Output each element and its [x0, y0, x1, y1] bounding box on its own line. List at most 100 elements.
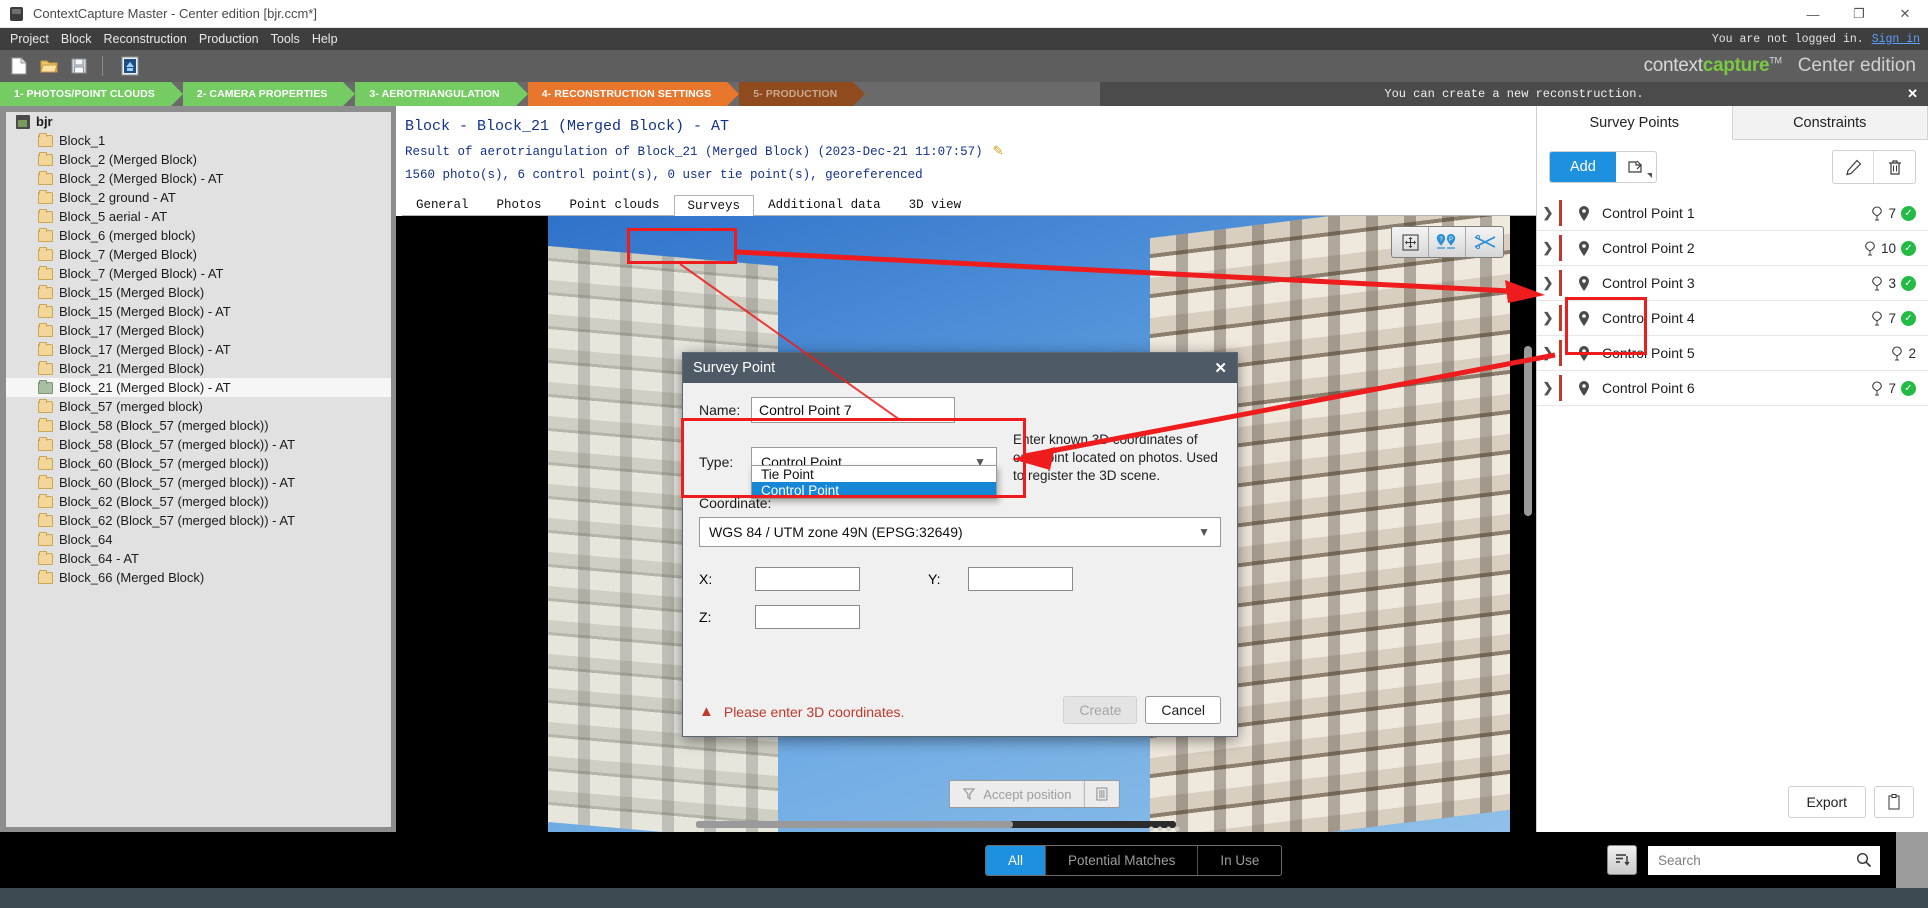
- tab-additional-data[interactable]: Additional data: [754, 194, 895, 215]
- survey-point-row[interactable]: ❯ Control Point 3 3 ✓: [1537, 266, 1928, 301]
- pencil-icon[interactable]: [1833, 151, 1874, 183]
- tab-general[interactable]: General: [402, 194, 483, 215]
- sort-list-icon[interactable]: [1607, 845, 1637, 875]
- minimize-button[interactable]: —: [1790, 0, 1836, 28]
- chevron-down-icon[interactable]: ▼: [1198, 525, 1210, 539]
- edit-pencil-icon[interactable]: ✎: [993, 144, 1004, 159]
- maximize-button[interactable]: ❐: [1836, 0, 1882, 28]
- tree-item-block-60-at[interactable]: Block_60 (Block_57 (merged block)) - AT: [6, 473, 391, 492]
- x-input[interactable]: [755, 567, 860, 591]
- add-button[interactable]: Add: [1550, 152, 1616, 182]
- search-box[interactable]: [1648, 846, 1880, 875]
- survey-point-row[interactable]: ❯ Control Point 1 7 ✓: [1537, 196, 1928, 231]
- filter-potential-matches[interactable]: Potential Matches: [1046, 846, 1198, 875]
- tab-survey-points[interactable]: Survey Points: [1537, 106, 1733, 140]
- tree-item-block-17-merged[interactable]: Block_17 (Merged Block): [6, 321, 391, 340]
- import-block-icon[interactable]: [119, 55, 141, 77]
- tree-item-block-64[interactable]: Block_64: [6, 530, 391, 549]
- tab-3d-view[interactable]: 3D view: [895, 194, 976, 215]
- survey-point-row[interactable]: ❯ Control Point 5 2: [1537, 336, 1928, 371]
- menu-help[interactable]: Help: [306, 28, 344, 50]
- tab-point-clouds[interactable]: Point clouds: [556, 194, 674, 215]
- survey-point-row[interactable]: ❯ Control Point 6 7 ✓: [1537, 371, 1928, 406]
- tab-photos[interactable]: Photos: [483, 194, 556, 215]
- tree-item-block-62[interactable]: Block_62 (Block_57 (merged block)): [6, 492, 391, 511]
- tree-item-block-5-aerial-at[interactable]: Block_5 aerial - AT: [6, 207, 391, 226]
- clipboard-icon[interactable]: [1874, 786, 1914, 818]
- tree-item-block-15-merged[interactable]: Block_15 (Merged Block): [6, 283, 391, 302]
- viewer-vertical-scrollbar[interactable]: [1524, 346, 1532, 516]
- step-camera-properties[interactable]: 2- CAMERA PROPERTIES: [183, 82, 344, 106]
- tree-root-bjr[interactable]: bjr: [6, 112, 391, 131]
- filter-all[interactable]: All: [986, 846, 1046, 875]
- tree-item-block-6-merged[interactable]: Block_6 (merged block): [6, 226, 391, 245]
- tree-item-block-17-merged-at[interactable]: Block_17 (Merged Block) - AT: [6, 340, 391, 359]
- srs-select[interactable]: WGS 84 / UTM zone 49N (EPSG:32649) ▼: [699, 517, 1221, 547]
- menu-project[interactable]: Project: [4, 28, 55, 50]
- dialog-close-icon[interactable]: ✕: [1214, 359, 1227, 377]
- pan-move-icon[interactable]: [1392, 227, 1429, 257]
- z-input[interactable]: [755, 605, 860, 629]
- save-disk-icon[interactable]: [68, 55, 90, 77]
- expand-chevron-icon[interactable]: ❯: [1537, 205, 1559, 221]
- tree-item-block-21-merged-at[interactable]: Block_21 (Merged Block) - AT: [6, 378, 391, 397]
- tree-item-block-66-merged[interactable]: Block_66 (Merged Block): [6, 568, 391, 587]
- expand-chevron-icon[interactable]: ❯: [1537, 275, 1559, 291]
- survey-point-row[interactable]: ❯ Control Point 2 10 ✓: [1537, 231, 1928, 266]
- cut-scissors-icon[interactable]: [1466, 227, 1503, 257]
- search-icon[interactable]: [1856, 852, 1872, 868]
- step-production[interactable]: 5- PRODUCTION: [739, 82, 853, 106]
- tree-item-block-7-merged[interactable]: Block_7 (Merged Block): [6, 245, 391, 264]
- tree-item-block-2-merged-at[interactable]: Block_2 (Merged Block) - AT: [6, 169, 391, 188]
- main-toolbar: contextcaptureTM Center edition: [0, 50, 1928, 82]
- menu-reconstruction[interactable]: Reconstruction: [97, 28, 192, 50]
- expand-chevron-icon[interactable]: ❯: [1537, 240, 1559, 256]
- tree-item-block-15-merged-at[interactable]: Block_15 (Merged Block) - AT: [6, 302, 391, 321]
- tree-item-block-60[interactable]: Block_60 (Block_57 (merged block)): [6, 454, 391, 473]
- sign-in-link[interactable]: Sign in: [1872, 33, 1920, 46]
- tree-item-block-2-merged[interactable]: Block_2 (Merged Block): [6, 150, 391, 169]
- new-document-icon[interactable]: [8, 55, 30, 77]
- tree-item-block-58-at[interactable]: Block_58 (Block_57 (merged block)) - AT: [6, 435, 391, 454]
- tab-constraints[interactable]: Constraints: [1733, 106, 1928, 139]
- tree-item-block-2-ground-at[interactable]: Block_2 ground - AT: [6, 188, 391, 207]
- measure-points-icon[interactable]: ?P: [1429, 227, 1466, 257]
- tree-item-block-57-merged[interactable]: Block_57 (merged block): [6, 397, 391, 416]
- expand-chevron-icon[interactable]: ❯: [1537, 345, 1559, 361]
- close-button[interactable]: ✕: [1882, 0, 1928, 28]
- panel-resize-grip[interactable]: ●●●●: [1148, 823, 1183, 835]
- step-aerotriangulation[interactable]: 3- AEROTRIANGULATION: [355, 82, 515, 106]
- survey-point-row[interactable]: ❯ Control Point 4 7 ✓: [1537, 301, 1928, 336]
- trash-icon[interactable]: [1874, 151, 1915, 183]
- cancel-button[interactable]: Cancel: [1145, 696, 1221, 724]
- filter-in-use[interactable]: In Use: [1198, 846, 1281, 875]
- tree-item-block-1[interactable]: Block_1: [6, 131, 391, 150]
- notification-close-icon[interactable]: ✕: [1907, 87, 1918, 102]
- expand-chevron-icon[interactable]: ❯: [1537, 380, 1559, 396]
- menu-production[interactable]: Production: [193, 28, 265, 50]
- tree-item-block-21-merged[interactable]: Block_21 (Merged Block): [6, 359, 391, 378]
- tree-item-block-62-at[interactable]: Block_62 (Block_57 (merged block)) - AT: [6, 511, 391, 530]
- y-input[interactable]: [968, 567, 1073, 591]
- expand-chevron-icon[interactable]: ❯: [1537, 310, 1559, 326]
- tab-surveys[interactable]: Surveys: [674, 195, 755, 216]
- type-option-control-point[interactable]: Control Point: [752, 482, 996, 498]
- delete-position-button[interactable]: [1083, 781, 1118, 807]
- create-button[interactable]: Create: [1063, 696, 1137, 724]
- export-button[interactable]: Export: [1788, 786, 1866, 818]
- tree-item-block-64-at[interactable]: Block_64 - AT: [6, 549, 391, 568]
- type-option-tie-point[interactable]: Tie Point: [752, 466, 996, 482]
- accept-position-button[interactable]: Accept position: [950, 781, 1083, 807]
- step-photos-point-clouds[interactable]: 1- PHOTOS/POINT CLOUDS: [0, 82, 171, 106]
- tree-item-block-7-merged-at[interactable]: Block_7 (Merged Block) - AT: [6, 264, 391, 283]
- step-reconstruction-settings[interactable]: 4- RECONSTRUCTION SETTINGS: [528, 82, 727, 106]
- open-folder-icon[interactable]: [38, 55, 60, 77]
- tree-item-block-58[interactable]: Block_58 (Block_57 (merged block)): [6, 416, 391, 435]
- menu-tools[interactable]: Tools: [265, 28, 306, 50]
- search-input[interactable]: [1656, 852, 1856, 869]
- import-points-icon[interactable]: [1616, 152, 1656, 182]
- block-subtitle-text: Result of aerotriangulation of Block_21 …: [405, 145, 983, 159]
- menu-block[interactable]: Block: [55, 28, 98, 50]
- name-input[interactable]: Control Point 7: [751, 397, 955, 423]
- viewer-horizontal-scrollbar[interactable]: [696, 821, 1176, 828]
